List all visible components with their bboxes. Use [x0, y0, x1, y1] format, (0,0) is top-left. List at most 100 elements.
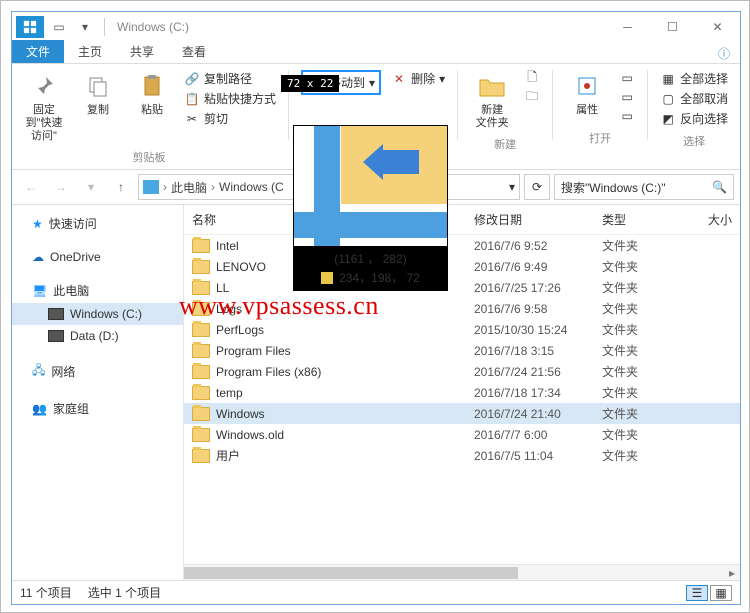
- nav-homegroup[interactable]: 👥家庭组: [12, 396, 183, 421]
- ribbon-group-new: 新建 文件夹 🗋 🗀 新建: [470, 70, 540, 152]
- app-icon[interactable]: [16, 16, 44, 38]
- color-swatch: [321, 272, 333, 284]
- recent-button[interactable]: ▾: [78, 174, 104, 200]
- open-icon: ▭: [619, 70, 635, 86]
- table-row[interactable]: Program Files (x86)2016/7/24 21:56文件夹: [184, 361, 740, 382]
- maximize-button[interactable]: ☐: [650, 13, 695, 41]
- nav-drive-d[interactable]: Data (D:): [12, 325, 183, 347]
- pasteshortcut-button[interactable]: 📋粘贴快捷方式: [184, 90, 276, 107]
- network-icon: 🖧: [32, 361, 45, 382]
- file-type: 文件夹: [602, 321, 682, 338]
- up-button[interactable]: ↑: [108, 174, 134, 200]
- file-type: 文件夹: [602, 405, 682, 422]
- pc-icon: 🖥: [32, 284, 47, 298]
- easyaccess-button[interactable]: 🗀: [524, 89, 540, 105]
- file-date: 2016/7/18 17:34: [474, 386, 602, 400]
- open-button[interactable]: ▭: [619, 70, 635, 86]
- qat-properties-icon[interactable]: ▭: [48, 16, 70, 38]
- table-row[interactable]: Logs2016/7/6 9:58文件夹: [184, 298, 740, 319]
- tab-view[interactable]: 查看: [168, 40, 220, 63]
- copy-button[interactable]: 复制: [76, 70, 120, 117]
- history-button[interactable]: ▭: [619, 108, 635, 124]
- magnifier-coord: (1161 ， 282): [334, 250, 407, 267]
- table-row[interactable]: Intel2016/7/6 9:52文件夹: [184, 235, 740, 256]
- magnifier-rgb: 234，198， 72: [339, 269, 420, 286]
- folder-icon: [192, 260, 210, 274]
- table-row[interactable]: Program Files2016/7/18 3:15文件夹: [184, 340, 740, 361]
- quick-access-toolbar: ▭ ▾: [44, 16, 100, 38]
- nav-network[interactable]: 🖧网络: [12, 357, 183, 386]
- tab-file[interactable]: 文件: [12, 40, 64, 63]
- back-button[interactable]: ←: [18, 174, 44, 200]
- nav-drive-c[interactable]: Windows (C:): [12, 303, 183, 325]
- invert-button[interactable]: ◩反向选择: [660, 110, 728, 127]
- pin-icon: [28, 70, 60, 102]
- newfolder-button[interactable]: 新建 文件夹: [470, 70, 514, 130]
- ribbon-group-clipboard: 固定到"快速访问" 复制 粘贴 🔗复制路径 📋粘贴快捷方式 ✂剪切: [22, 70, 276, 165]
- selectnone-button[interactable]: ▢全部取消: [660, 90, 728, 107]
- cut-button[interactable]: ✂剪切: [184, 110, 276, 127]
- file-list: Intel2016/7/6 9:52文件夹LENOVO2016/7/6 9:49…: [184, 235, 740, 564]
- ribbon-group-select: ▦全部选择 ▢全部取消 ◩反向选择 选择: [660, 70, 728, 149]
- file-date: 2016/7/6 9:58: [474, 302, 602, 316]
- properties-button[interactable]: 属性: [565, 70, 609, 117]
- shortcut-icon: 📋: [184, 91, 200, 107]
- ribbon-help-icon[interactable]: ⓘ: [714, 43, 734, 63]
- refresh-button[interactable]: ⟳: [524, 174, 550, 200]
- cloud-icon: ☁: [32, 250, 44, 264]
- file-date: 2016/7/7 6:00: [474, 428, 602, 442]
- paste-button[interactable]: 粘贴: [130, 70, 174, 117]
- pin-quickaccess-button[interactable]: 固定到"快速访问": [22, 70, 66, 143]
- magnifier-image: [294, 126, 447, 246]
- file-name: Logs: [216, 302, 474, 316]
- table-row[interactable]: LENOVO2016/7/6 9:49文件夹: [184, 256, 740, 277]
- file-name: 用户: [216, 447, 474, 464]
- crumb-drive[interactable]: Windows (C: [219, 180, 284, 194]
- file-name: Windows.old: [216, 428, 474, 442]
- forward-button[interactable]: →: [48, 174, 74, 200]
- col-size[interactable]: 大小: [682, 211, 732, 228]
- nav-thispc[interactable]: 🖥此电脑: [12, 278, 183, 303]
- folder-icon: [192, 365, 210, 379]
- status-count: 11 个项目: [20, 584, 72, 601]
- tab-share[interactable]: 共享: [116, 40, 168, 63]
- delete-button[interactable]: ✕删除▾: [391, 70, 445, 87]
- separator: [104, 18, 105, 36]
- qat-newfolder-icon[interactable]: ▾: [74, 16, 96, 38]
- crumb-pc[interactable]: 此电脑: [171, 179, 207, 196]
- separator: [552, 70, 553, 140]
- nav-onedrive[interactable]: ☁OneDrive: [12, 246, 183, 268]
- table-row[interactable]: PerfLogs2015/10/30 15:24文件夹: [184, 319, 740, 340]
- nav-quickaccess[interactable]: ★快速访问: [12, 211, 183, 236]
- newitem-button[interactable]: 🗋: [524, 70, 540, 86]
- table-row[interactable]: LL2016/7/25 17:26文件夹: [184, 277, 740, 298]
- horizontal-scrollbar[interactable]: ◂ ▸: [184, 564, 740, 580]
- table-row[interactable]: 用户2016/7/5 11:04文件夹: [184, 445, 740, 466]
- scroll-thumb[interactable]: [184, 567, 518, 579]
- search-input[interactable]: 搜索"Windows (C:)" 🔍: [554, 174, 734, 200]
- view-icons-button[interactable]: ▦: [710, 585, 732, 601]
- col-type[interactable]: 类型: [602, 211, 682, 228]
- table-row[interactable]: temp2016/7/18 17:34文件夹: [184, 382, 740, 403]
- file-type: 文件夹: [602, 258, 682, 275]
- table-row[interactable]: Windows.old2016/7/7 6:00文件夹: [184, 424, 740, 445]
- explorer-window: ▭ ▾ Windows (C:) ─ ☐ ✕ 文件 主页 共享 查看 ⓘ 固定到…: [11, 11, 741, 605]
- tab-home[interactable]: 主页: [64, 40, 116, 63]
- file-date: 2016/7/5 11:04: [474, 449, 602, 463]
- scissors-icon: ✂: [184, 111, 200, 127]
- folder-icon: [192, 449, 210, 463]
- table-row[interactable]: Windows2016/7/24 21:40文件夹: [184, 403, 740, 424]
- minimize-button[interactable]: ─: [605, 13, 650, 41]
- star-icon: ★: [32, 217, 43, 231]
- view-details-button[interactable]: ☰: [686, 585, 708, 601]
- separator: [457, 70, 458, 140]
- selectall-button[interactable]: ▦全部选择: [660, 70, 728, 87]
- close-button[interactable]: ✕: [695, 13, 740, 41]
- col-date[interactable]: 修改日期: [474, 211, 602, 228]
- newitem-icon: 🗋: [524, 70, 540, 86]
- scroll-right-icon[interactable]: ▸: [724, 565, 740, 581]
- copypath-button[interactable]: 🔗复制路径: [184, 70, 276, 87]
- edit-button[interactable]: ▭: [619, 89, 635, 105]
- folder-icon: [192, 386, 210, 400]
- properties-icon: [571, 70, 603, 102]
